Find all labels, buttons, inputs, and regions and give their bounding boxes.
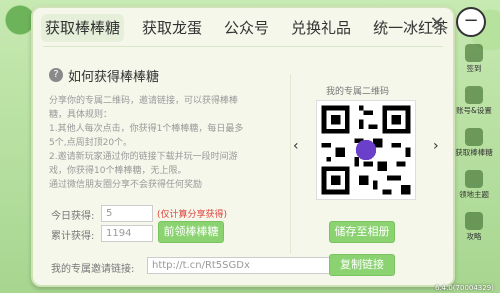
tab-get-dragon-egg[interactable]: 获取龙蛋 xyxy=(138,14,206,42)
right-sidebar: 签到 账号&设置 获取棒棒糖 领地主题 攻略 xyxy=(452,6,496,251)
sidebar-item-label: 领地主题 xyxy=(459,190,489,199)
tab-official-account[interactable]: 公众号 xyxy=(220,14,273,42)
question-icon: ? xyxy=(49,68,63,82)
tabs-divider xyxy=(43,46,443,47)
lollipop-dialog: 获取棒棒糖 获取龙蛋 公众号 兑换礼品 统一冰红茶 ✕ ? 如何获得棒棒糖 分享… xyxy=(31,6,455,287)
rule-line: 2.邀请新玩家通过你的链接下载并玩一段时间游 xyxy=(49,152,238,162)
qr-title: 我的专属二维码 xyxy=(326,87,390,97)
rule-line: 分享你的专属二维码，邀请链接，可以获得棒棒 xyxy=(49,96,239,106)
sidebar-item-theme[interactable]: 领地主题 xyxy=(452,170,496,200)
rule-line: 糖，具体规则： xyxy=(49,110,113,120)
how-to-rules: 分享你的专属二维码，邀请链接，可以获得棒棒 糖，具体规则： 1.其他人每次点击，… xyxy=(49,94,274,192)
total-value: 1194 xyxy=(101,225,153,242)
calendar-icon xyxy=(465,44,483,62)
rule-line: 通过微信朋友圈分享不会获得任何奖励 xyxy=(49,180,203,190)
sidebar-item-guide[interactable]: 攻略 xyxy=(452,212,496,242)
save-to-album-button[interactable]: 储存至相册 xyxy=(329,221,395,243)
rule-line: 1.其他人每次点击，你获得1个棒棒糖，每日最多 xyxy=(49,124,244,134)
invite-label: 我的专属邀请链接: xyxy=(51,264,135,275)
copy-link-button[interactable]: 复制链接 xyxy=(329,254,395,276)
rule-line: 5个,点周封顶20个。 xyxy=(49,138,133,148)
today-hint: (仅计算分享获得) xyxy=(157,210,228,220)
close-icon[interactable]: ✕ xyxy=(427,14,447,34)
tab-get-lollipop[interactable]: 获取棒棒糖 xyxy=(41,14,125,42)
book-icon xyxy=(465,212,483,230)
dialog-tabs: 获取棒棒糖 获取龙蛋 公众号 兑换礼品 统一冰红茶 xyxy=(41,14,452,42)
vertical-divider xyxy=(290,74,291,254)
user-icon xyxy=(465,86,483,104)
chevron-right-icon[interactable]: › xyxy=(433,138,439,154)
sidebar-item-label: 账号&设置 xyxy=(456,106,492,115)
sidebar-item-account-settings[interactable]: 账号&设置 xyxy=(452,86,496,116)
sidebar-item-get-lollipop[interactable]: 获取棒棒糖 xyxy=(452,128,496,158)
sidebar-item-checkin[interactable]: 签到 xyxy=(452,44,496,74)
invite-link-field[interactable]: http://t.cn/Rt5SGDx xyxy=(147,257,333,274)
qr-code xyxy=(316,100,416,200)
how-to-title: 如何获得棒棒糖 xyxy=(68,70,160,85)
lollipop-icon xyxy=(465,128,483,146)
sidebar-item-label: 签到 xyxy=(466,64,482,73)
today-label: 今日获得: xyxy=(51,211,95,222)
flower-icon xyxy=(465,170,483,188)
tab-redeem-gift[interactable]: 兑换礼品 xyxy=(287,14,355,42)
sidebar-item-label: 攻略 xyxy=(466,232,482,241)
version-label: 6.4.0(70004329) xyxy=(435,284,494,292)
today-value: 5 xyxy=(101,205,153,222)
chevron-left-icon[interactable]: ‹ xyxy=(293,138,299,154)
sidebar-item-label: 获取棒棒糖 xyxy=(455,148,493,157)
claim-lollipop-button[interactable]: 前领棒棒糖 xyxy=(158,221,224,243)
total-label: 累计获得: xyxy=(51,231,95,242)
rule-line: 戏，你获得10个棒棒糖，无上限。 xyxy=(49,166,187,176)
